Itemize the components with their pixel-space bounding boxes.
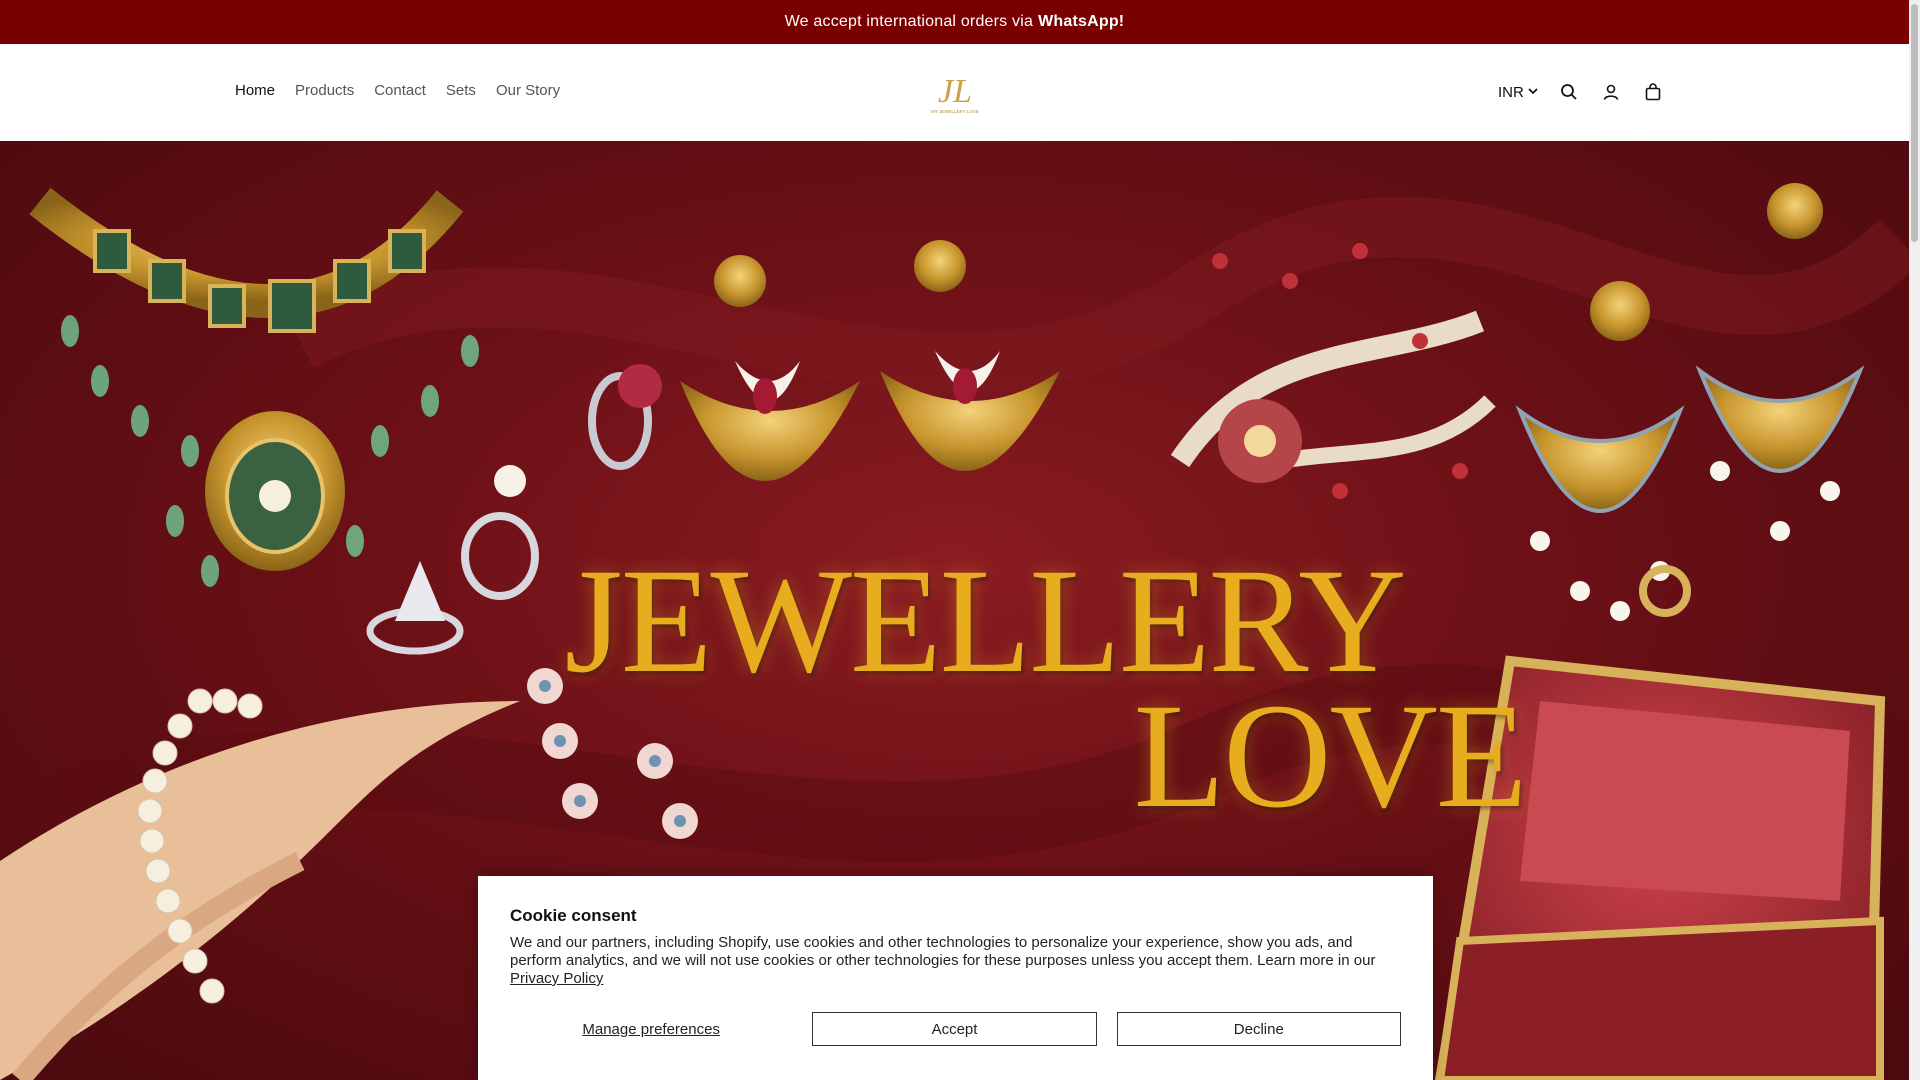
nav-home[interactable]: Home xyxy=(235,82,275,99)
nav-sets[interactable]: Sets xyxy=(446,82,476,99)
hero-title-line2: LOVE xyxy=(1133,673,1528,839)
decline-button[interactable]: Decline xyxy=(1116,1012,1401,1046)
store-logo[interactable]: JL MY JEWELLERY LOVE xyxy=(924,68,986,116)
chevron-down-icon xyxy=(1527,84,1539,101)
header-actions: INR xyxy=(1498,80,1665,104)
main-nav: Home Products Contact Sets Our Story xyxy=(235,82,560,99)
scrollbar-thumb[interactable] xyxy=(1911,4,1918,242)
announcement-bar: We accept international orders via Whats… xyxy=(0,0,1909,44)
account-icon[interactable] xyxy=(1599,80,1623,104)
cookie-title: Cookie consent xyxy=(510,906,637,925)
cart-icon[interactable] xyxy=(1641,80,1665,104)
currency-label: INR xyxy=(1498,83,1524,101)
currency-selector[interactable]: INR xyxy=(1498,84,1539,101)
whatsapp-highlight[interactable]: WhatsApp! xyxy=(1038,13,1124,31)
cookie-consent-banner: Cookie consent We and our partners, incl… xyxy=(478,876,1433,1080)
manage-preferences-button[interactable]: Manage preferences xyxy=(510,1012,792,1046)
cookie-body: We and our partners, including Shopify, … xyxy=(510,934,1390,988)
nav-contact[interactable]: Contact xyxy=(374,82,426,99)
accept-button[interactable]: Accept xyxy=(812,1012,1097,1046)
cookie-body-text: We and our partners, including Shopify, … xyxy=(510,934,1376,969)
nav-our-story[interactable]: Our Story xyxy=(496,82,560,99)
page-scrollbar[interactable] xyxy=(1909,0,1920,1080)
privacy-policy-link[interactable]: Privacy Policy xyxy=(510,970,603,987)
hero-title-line1: JEWELLERY xyxy=(564,538,1406,704)
announcement-text: We accept international orders via xyxy=(784,13,1034,30)
svg-text:MY JEWELLERY LOVE: MY JEWELLERY LOVE xyxy=(931,109,979,114)
svg-text:JL: JL xyxy=(938,73,972,110)
nav-products[interactable]: Products xyxy=(295,82,354,99)
cookie-actions: Manage preferences Accept Decline xyxy=(510,1012,1401,1046)
site-header: Home Products Contact Sets Our Story JL … xyxy=(0,44,1909,141)
search-icon[interactable] xyxy=(1557,80,1581,104)
